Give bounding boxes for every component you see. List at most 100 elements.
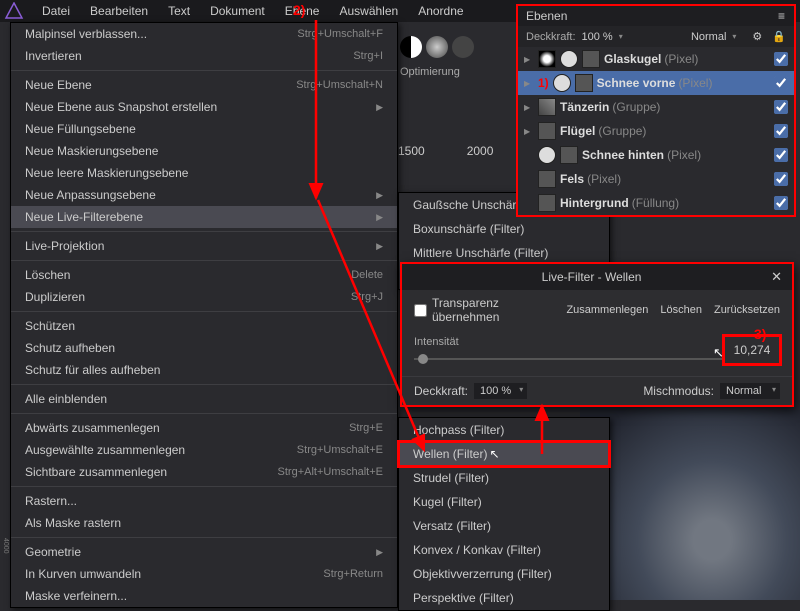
menu-item[interactable]: Neue Anpassungsebene▶	[11, 184, 397, 206]
layer-row[interactable]: Schnee hinten (Pixel)	[518, 143, 794, 167]
visibility-checkbox[interactable]	[774, 76, 788, 90]
submenu-item[interactable]: Kugel (Filter)	[399, 490, 609, 514]
menu-item[interactable]: DuplizierenStrg+J	[11, 286, 397, 308]
opacity-value[interactable]: 100 %	[582, 31, 613, 43]
dialog-opacity-label: Deckkraft:	[414, 384, 468, 398]
tone-icon-2[interactable]	[426, 36, 448, 58]
submenu-arrow-icon: ▶	[376, 209, 383, 225]
menu-anordnen[interactable]: Anordne	[408, 0, 473, 22]
submenu-item[interactable]: Boxunschärfe (Filter)	[399, 217, 609, 241]
menu-item[interactable]: Neue Live-Filterebene▶	[11, 206, 397, 228]
menu-dokument[interactable]: Dokument	[200, 0, 275, 22]
submenu-item[interactable]: Versatz (Filter)	[399, 514, 609, 538]
menu-item: Ausgewählte zusammenlegenStrg+Umschalt+E	[11, 439, 397, 461]
tone-icon-3[interactable]	[452, 36, 474, 58]
dialog-blend-select[interactable]: Normal	[720, 383, 780, 399]
reset-button[interactable]: Zurücksetzen	[714, 304, 780, 316]
submenu-item[interactable]: Perspektive (Filter)	[399, 586, 609, 610]
menu-item[interactable]: Malpinsel verblassen...Strg+Umschalt+F	[11, 23, 397, 45]
menu-item[interactable]: Schutz aufheben	[11, 337, 397, 359]
menu-item[interactable]: Rastern...	[11, 490, 397, 512]
transparency-checkbox[interactable]: Transparenz übernehmen	[414, 296, 554, 324]
menu-item[interactable]: Als Maske rastern	[11, 512, 397, 534]
opacity-label: Deckkraft:	[526, 31, 576, 43]
menu-item[interactable]: Neue Ebene aus Snapshot erstellen▶	[11, 96, 397, 118]
live-filter-submenu-lower: Hochpass (Filter)Wellen (Filter)↖Strudel…	[398, 417, 610, 611]
visibility-checkbox[interactable]	[774, 124, 788, 138]
layer-thumb-icon	[538, 194, 556, 212]
menu-auswaehlen[interactable]: Auswählen	[329, 0, 408, 22]
visibility-checkbox[interactable]	[774, 196, 788, 210]
visibility-checkbox[interactable]	[774, 52, 788, 66]
tone-icon[interactable]	[400, 36, 422, 58]
layer-name: Flügel (Gruppe)	[560, 124, 770, 138]
dropdown-icon[interactable]: ▾	[732, 32, 736, 41]
layer-name: Schnee hinten (Pixel)	[582, 148, 770, 162]
mask-thumb-icon	[538, 146, 556, 164]
menu-item[interactable]: Neue Maskierungsebene	[11, 140, 397, 162]
intensity-value[interactable]: ↖ 10,274	[722, 334, 782, 366]
submenu-arrow-icon: ▶	[376, 99, 383, 115]
gear-icon[interactable]: ⚙	[752, 30, 762, 43]
live-filter-dialog: Live-Filter - Wellen ✕ Transparenz übern…	[400, 262, 794, 407]
menu-bearbeiten[interactable]: Bearbeiten	[80, 0, 158, 22]
slider-thumb[interactable]	[418, 354, 428, 364]
menu-item[interactable]: Neue leere Maskierungsebene	[11, 162, 397, 184]
expand-arrow-icon[interactable]: ▶	[524, 127, 534, 136]
lock-icon[interactable]: 🔒	[772, 30, 786, 43]
submenu-item[interactable]: Strudel (Filter)	[399, 466, 609, 490]
menu-item[interactable]: In Kurven umwandelnStrg+Return	[11, 563, 397, 585]
annotation-step-2: 2)	[293, 2, 305, 18]
menu-item[interactable]: Schutz für alles aufheben	[11, 359, 397, 381]
dialog-opacity-select[interactable]: 100 %	[474, 383, 527, 399]
layer-row[interactable]: ▶ Glaskugel (Pixel)	[518, 47, 794, 71]
merge-button[interactable]: Zusammenlegen	[566, 304, 648, 316]
layer-row[interactable]: ▶ Flügel (Gruppe)	[518, 119, 794, 143]
menu-datei[interactable]: Datei	[32, 0, 80, 22]
submenu-item[interactable]: Objektivverzerrung (Filter)	[399, 562, 609, 586]
visibility-checkbox[interactable]	[774, 148, 788, 162]
menu-item[interactable]: Geometrie▶	[11, 541, 397, 563]
expand-arrow-icon[interactable]: ▶	[524, 103, 534, 112]
expand-arrow-icon[interactable]: ▶	[524, 55, 534, 64]
dropdown-icon[interactable]: ▾	[619, 32, 623, 41]
expand-arrow-icon[interactable]: ▶	[524, 79, 534, 88]
close-icon[interactable]: ✕	[771, 269, 782, 285]
ruler-mark: 4000	[2, 538, 9, 554]
visibility-checkbox[interactable]	[774, 100, 788, 114]
menu-text[interactable]: Text	[158, 0, 200, 22]
layer-row[interactable]: Fels (Pixel)	[518, 167, 794, 191]
submenu-item[interactable]: Konvex / Konkav (Filter)	[399, 538, 609, 562]
dialog-title: Live-Filter - Wellen	[412, 270, 771, 284]
submenu-item[interactable]: Wellen (Filter)↖	[399, 442, 609, 466]
layer-row[interactable]: ▶1)Schnee vorne (Pixel)	[518, 71, 794, 95]
layers-panel-title: Ebenen	[526, 9, 567, 23]
panel-menu-icon[interactable]: ≡	[778, 9, 786, 23]
submenu-item[interactable]: Hochpass (Filter)	[399, 418, 609, 442]
blend-mode-select[interactable]: Normal	[691, 31, 726, 43]
optimization-toolbar	[400, 36, 474, 58]
menu-item[interactable]: Sichtbare zusammenlegenStrg+Alt+Umschalt…	[11, 461, 397, 483]
menu-item[interactable]: Schützen	[11, 315, 397, 337]
layer-row[interactable]: Hintergrund (Füllung)	[518, 191, 794, 215]
layer-row[interactable]: ▶Tänzerin (Gruppe)	[518, 95, 794, 119]
layer-name: Glaskugel (Pixel)	[604, 52, 770, 66]
app-logo-icon	[4, 2, 24, 20]
visibility-checkbox[interactable]	[774, 172, 788, 186]
layer-menu-dropdown: Malpinsel verblassen...Strg+Umschalt+FIn…	[10, 22, 398, 608]
layer-thumb-icon	[538, 122, 556, 140]
menu-item[interactable]: Live-Projektion▶	[11, 235, 397, 257]
intensity-slider[interactable]	[414, 358, 724, 360]
layer-thumb-icon	[582, 50, 600, 68]
layer-name: Schnee vorne (Pixel)	[597, 76, 770, 90]
menu-item[interactable]: InvertierenStrg+I	[11, 45, 397, 67]
annotation-step-3: 3)	[754, 326, 766, 342]
delete-button[interactable]: Löschen	[660, 304, 702, 316]
layer-thumb-icon	[538, 170, 556, 188]
menu-item[interactable]: LöschenDelete	[11, 264, 397, 286]
submenu-arrow-icon: ▶	[376, 187, 383, 203]
menu-item[interactable]: Neue Füllungsebene	[11, 118, 397, 140]
menu-item[interactable]: Neue EbeneStrg+Umschalt+N	[11, 74, 397, 96]
mask-thumb-icon	[553, 74, 571, 92]
menu-item[interactable]: Alle einblenden	[11, 388, 397, 410]
